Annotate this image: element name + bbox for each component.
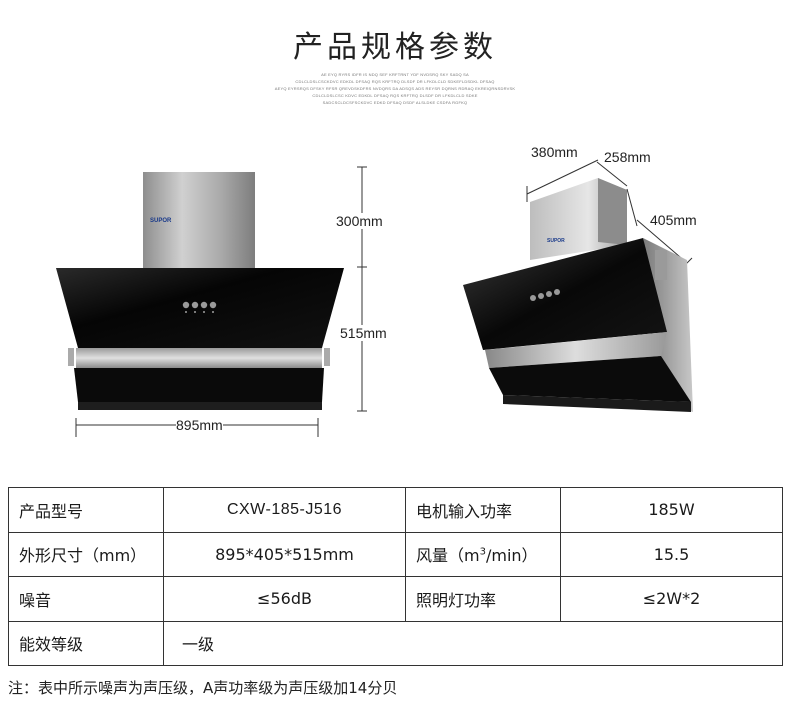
footnote: 注：表中所示噪声为声压级，A声功率级为声压级加14分贝 — [8, 679, 398, 697]
label-motor-power: 电机输入功率 — [405, 487, 561, 533]
dim-side-depth: 405mm — [650, 212, 697, 228]
value-noise: ≤56dB — [163, 576, 406, 622]
brand-logo-side: SUPOR — [547, 238, 565, 244]
label-dimensions: 外形尺寸（mm） — [8, 531, 164, 577]
dim-side-depth-top: 258mm — [604, 149, 651, 165]
value-dimensions: 895*405*515mm — [163, 531, 406, 577]
table-row: 噪音 ≤56dB 照明灯功率 ≤2W*2 — [8, 576, 783, 622]
dim-side-width: 380mm — [531, 144, 578, 160]
table-row: 产品型号 CXW-185-J516 电机输入功率 185W — [8, 487, 783, 533]
label-model: 产品型号 — [8, 487, 164, 533]
dim-front-width: 895mm — [176, 417, 223, 433]
label-efficiency: 能效等级 — [8, 620, 164, 666]
table-row: 外形尺寸（mm） 895*405*515mm 风量（m3/min） 15.5 — [8, 531, 783, 577]
dim-front-height-body: 515mm — [340, 325, 387, 341]
value-light-power: ≤2W*2 — [560, 576, 783, 622]
label-light-power: 照明灯功率 — [405, 576, 561, 622]
table-row: 能效等级 一级 — [8, 620, 783, 666]
label-noise: 噪音 — [8, 576, 164, 622]
side-view-illustration: SUPOR — [463, 178, 693, 412]
value-efficiency: 一级 — [163, 620, 783, 666]
spec-table: 产品型号 CXW-185-J516 电机输入功率 185W 外形尺寸（mm） 8… — [8, 487, 783, 666]
value-model: CXW-185-J516 — [163, 487, 406, 533]
glass-panel-side — [463, 238, 667, 350]
value-airflow: 15.5 — [560, 531, 783, 577]
label-airflow: 风量（m3/min） — [405, 531, 561, 577]
value-motor-power: 185W — [560, 487, 783, 533]
dim-front-height-top: 300mm — [336, 213, 383, 229]
